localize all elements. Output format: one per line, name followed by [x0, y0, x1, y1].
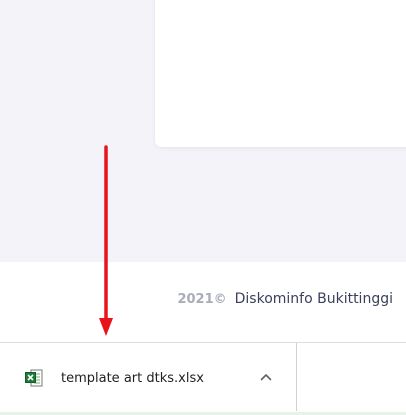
footer-year: 2021©	[177, 292, 227, 307]
excel-file-icon	[25, 369, 43, 387]
page-content-area	[0, 0, 406, 262]
chevron-up-icon[interactable]	[256, 367, 276, 387]
download-shelf: template art dtks.xlsx	[0, 342, 406, 415]
content-card	[155, 0, 406, 147]
page-footer: 2021© Diskominfo Bukittinggi	[0, 262, 406, 342]
download-item[interactable]: template art dtks.xlsx	[0, 343, 297, 411]
footer-company: Diskominfo Bukittinggi	[234, 291, 393, 307]
download-filename[interactable]: template art dtks.xlsx	[61, 371, 204, 386]
footer-text: 2021© Diskominfo Bukittinggi	[177, 291, 393, 307]
